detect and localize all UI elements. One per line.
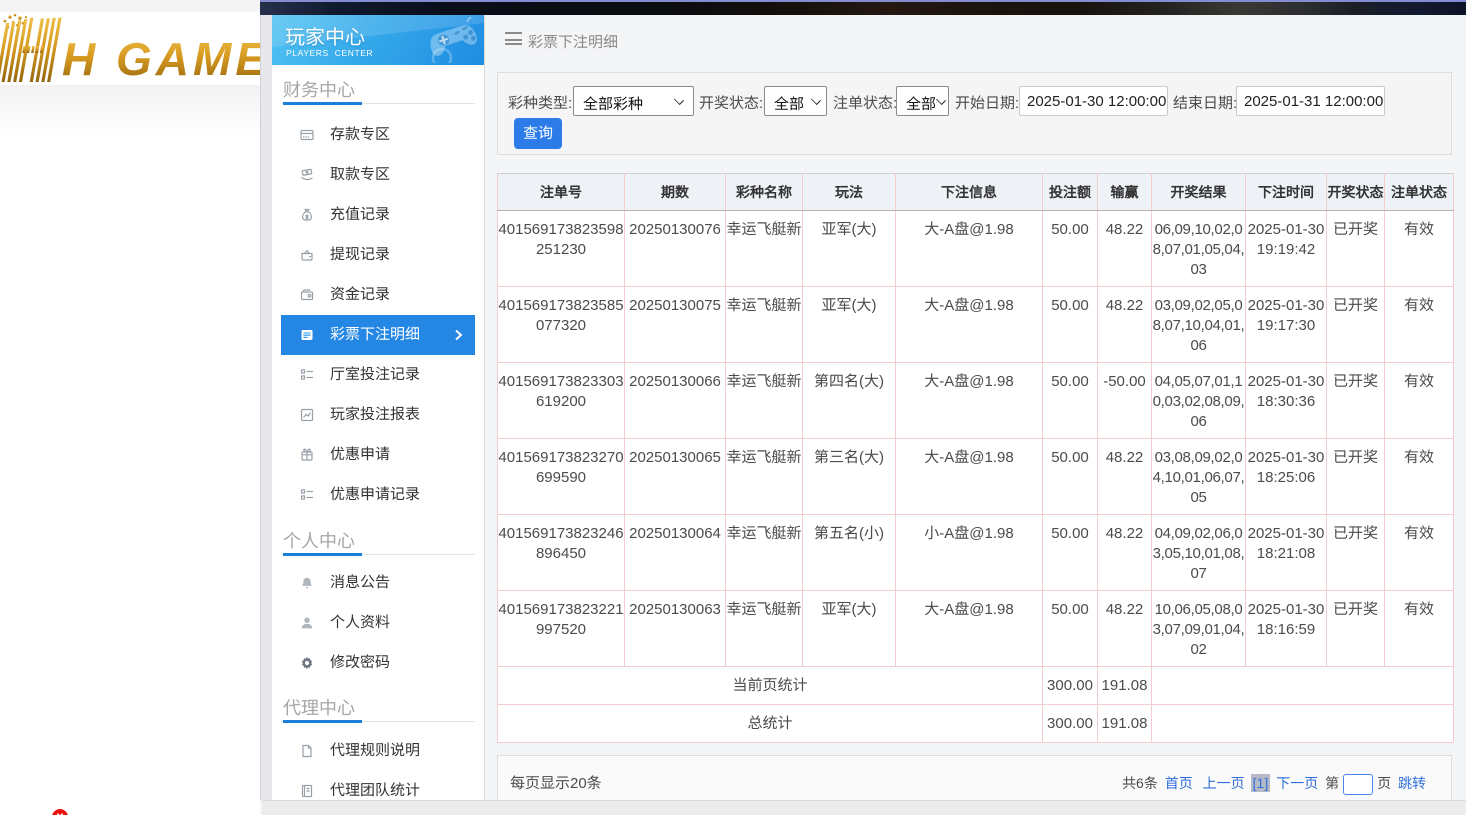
svg-text:H GAME: H GAME xyxy=(62,33,260,85)
